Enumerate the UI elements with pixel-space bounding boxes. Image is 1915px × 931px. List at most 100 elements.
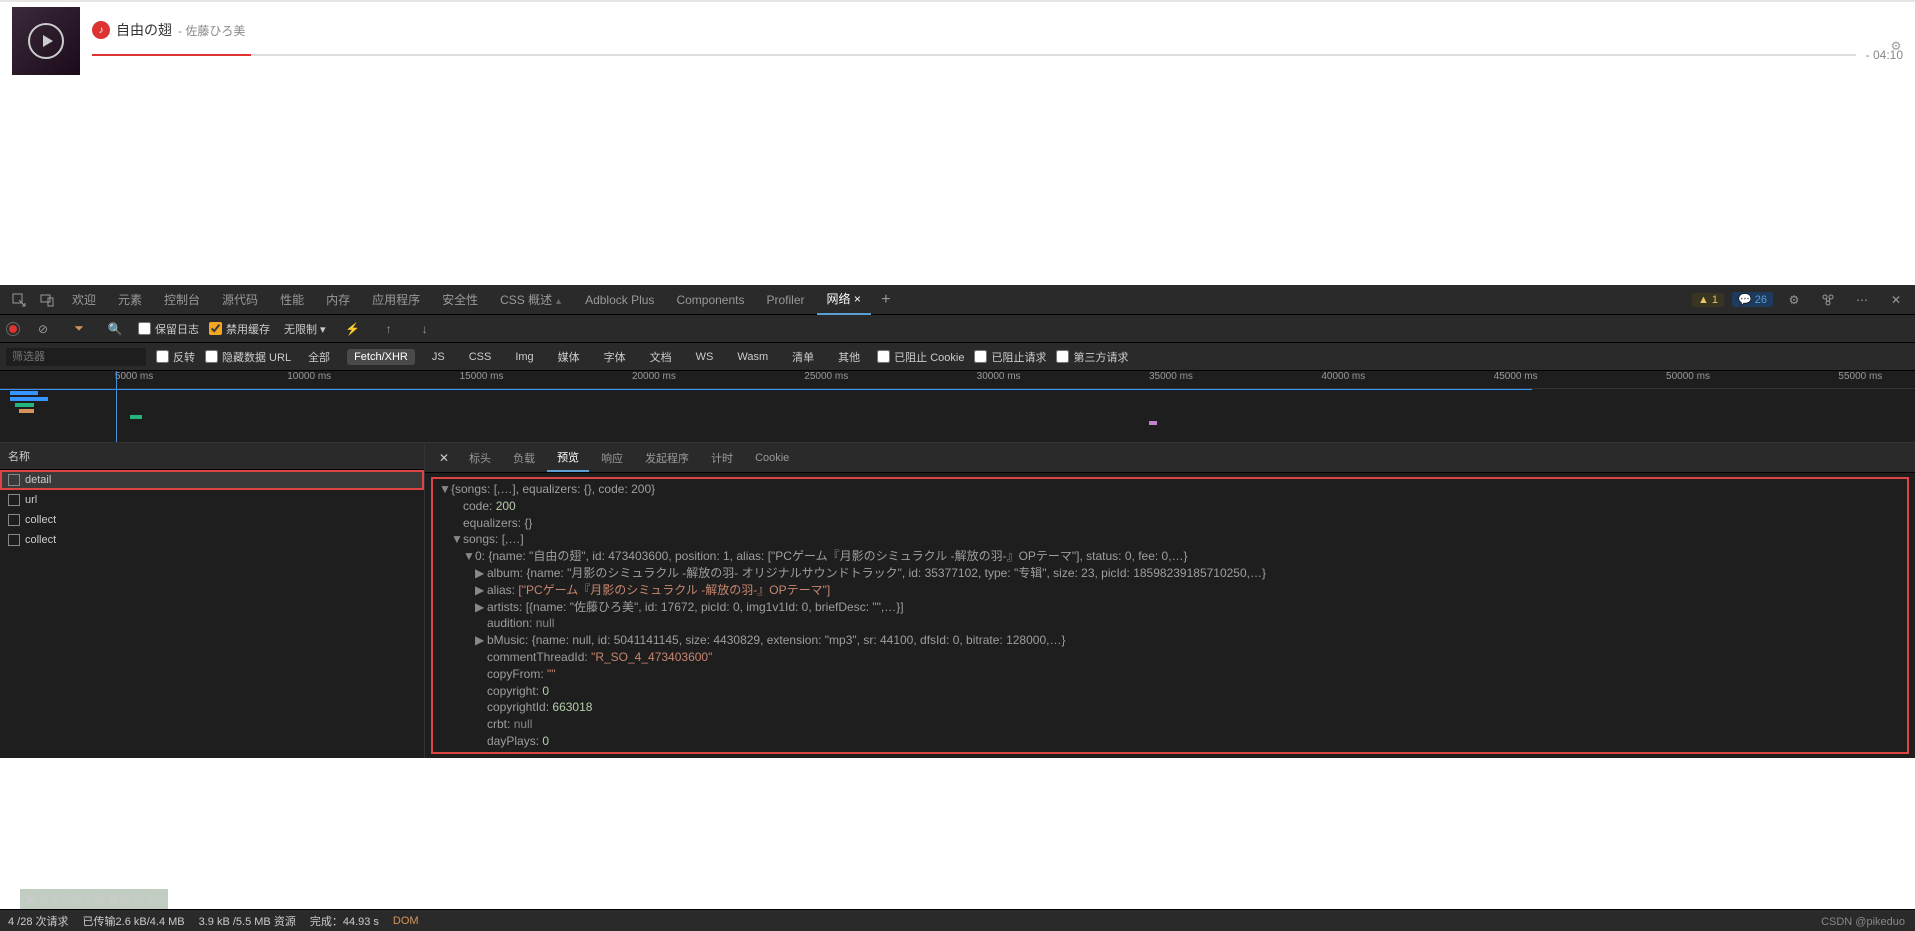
filter-js[interactable]: JS <box>425 349 452 365</box>
detail-tab-preview[interactable]: 预览 <box>547 444 589 472</box>
track-title: 自由の翅 <box>116 20 172 40</box>
device-toggle-icon[interactable] <box>34 287 60 313</box>
tab-performance[interactable]: 性能 <box>270 285 314 314</box>
dock-icon[interactable] <box>1815 287 1841 313</box>
warnings-badge[interactable]: ▲ 1 <box>1692 293 1724 307</box>
upload-icon[interactable]: ↑ <box>376 316 402 342</box>
devtools-tabs: 欢迎 元素 控制台 源代码 性能 内存 应用程序 安全性 CSS 概述▲ Adb… <box>0 285 1915 315</box>
filter-media[interactable]: 媒体 <box>551 347 587 367</box>
expand-icon[interactable]: ▼ <box>451 531 463 548</box>
track-artist: - 佐藤ひろ美 <box>178 22 245 39</box>
request-list: 名称 detail url collect collect <box>0 443 425 758</box>
settings-gear-icon[interactable]: ⚙ <box>1781 287 1807 313</box>
blocked-cookies-checkbox[interactable]: 已阻止 Cookie <box>877 349 964 365</box>
status-resources: 3.9 kB /5.5 MB 资源 <box>199 913 296 929</box>
music-player: ♪ 自由の翅 - 佐藤ひろ美 - 04:10 <box>0 0 1915 80</box>
expand-icon[interactable]: ▶ <box>475 565 487 582</box>
request-row-detail[interactable]: detail <box>0 470 424 490</box>
timeline-playhead[interactable] <box>116 371 117 442</box>
tab-profiler[interactable]: Profiler <box>756 287 814 313</box>
file-icon <box>8 534 20 546</box>
request-row-collect[interactable]: collect <box>0 510 424 530</box>
network-toolbar: ⊘ ⏷ 🔍 保留日志 禁用缓存 无限制 ▾ ⚡ ↑ ↓ ⚙ <box>0 315 1915 343</box>
devtools-panel: 欢迎 元素 控制台 源代码 性能 内存 应用程序 安全性 CSS 概述▲ Adb… <box>0 285 1915 758</box>
timeline-tick: 30000 ms <box>977 371 1021 382</box>
request-list-header: 名称 <box>0 443 424 470</box>
detail-tab-initiator[interactable]: 发起程序 <box>635 445 699 471</box>
detail-tab-timing[interactable]: 计时 <box>701 445 743 471</box>
file-icon <box>8 474 20 486</box>
expand-icon[interactable]: ▶ <box>475 582 487 599</box>
filter-other[interactable]: 其他 <box>831 347 867 367</box>
tab-welcome[interactable]: 欢迎 <box>62 285 106 314</box>
filter-all[interactable]: 全部 <box>301 347 337 367</box>
tab-application[interactable]: 应用程序 <box>362 285 430 314</box>
tab-elements[interactable]: 元素 <box>108 285 152 314</box>
filter-input[interactable] <box>6 348 146 366</box>
filter-wasm[interactable]: Wasm <box>730 349 775 365</box>
filter-ws[interactable]: WS <box>689 349 721 365</box>
watermark: CSDN @pikeduo <box>1821 916 1905 928</box>
tab-components[interactable]: Components <box>666 287 754 313</box>
file-icon <box>8 494 20 506</box>
status-requests: 4 /28 次请求 <box>8 913 69 929</box>
detail-tab-headers[interactable]: 标头 <box>459 445 501 471</box>
filter-font[interactable]: 字体 <box>597 347 633 367</box>
close-devtools-icon[interactable]: ✕ <box>1883 287 1909 313</box>
inspect-icon[interactable] <box>6 287 32 313</box>
download-icon[interactable]: ↓ <box>412 316 438 342</box>
filter-doc[interactable]: 文档 <box>643 347 679 367</box>
third-party-checkbox[interactable]: 第三方请求 <box>1056 349 1128 365</box>
request-row-collect[interactable]: collect <box>0 530 424 550</box>
disable-cache-checkbox[interactable]: 禁用缓存 <box>209 321 270 337</box>
tab-network[interactable]: 网络 × <box>817 284 871 315</box>
network-timeline[interactable]: 5000 ms 10000 ms 15000 ms 20000 ms 25000… <box>0 371 1915 443</box>
filter-img[interactable]: Img <box>508 349 540 365</box>
throttle-select[interactable]: 无限制 ▾ <box>280 319 330 339</box>
blocked-requests-checkbox[interactable]: 已阻止请求 <box>974 349 1046 365</box>
close-detail-icon[interactable]: ✕ <box>431 446 457 470</box>
expand-icon[interactable]: ▶ <box>475 599 487 616</box>
add-tab-icon[interactable]: + <box>873 287 899 313</box>
download-hint[interactable]: ▶ 从该页面下载 音频 ① 2 × <box>20 889 168 909</box>
detail-tab-payload[interactable]: 负载 <box>503 445 545 471</box>
tab-memory[interactable]: 内存 <box>316 285 360 314</box>
network-settings-icon[interactable]: ⚙ <box>1883 33 1909 59</box>
tab-adblock[interactable]: Adblock Plus <box>575 287 664 313</box>
record-button[interactable] <box>6 322 20 336</box>
preserve-log-checkbox[interactable]: 保留日志 <box>138 321 199 337</box>
expand-icon[interactable]: ▶ <box>475 632 487 649</box>
album-art[interactable] <box>12 7 80 75</box>
timeline-tick: 10000 ms <box>287 371 331 382</box>
request-detail: ✕ 标头 负载 预览 响应 发起程序 计时 Cookie ▼{songs: [,… <box>425 443 1915 758</box>
detail-tab-cookie[interactable]: Cookie <box>745 447 799 469</box>
detail-tab-response[interactable]: 响应 <box>591 445 633 471</box>
play-button-icon[interactable] <box>28 23 64 59</box>
tab-console[interactable]: 控制台 <box>154 285 210 314</box>
status-dom: DOM <box>393 915 419 927</box>
expand-icon[interactable]: ▼ <box>463 548 475 565</box>
tab-sources[interactable]: 源代码 <box>212 285 268 314</box>
filter-css[interactable]: CSS <box>462 349 499 365</box>
search-icon[interactable]: 🔍 <box>102 316 128 342</box>
filter-toggle-icon[interactable]: ⏷ <box>66 316 92 342</box>
clear-icon[interactable]: ⊘ <box>30 316 56 342</box>
timeline-tick: 15000 ms <box>460 371 504 382</box>
timeline-tick: 50000 ms <box>1666 371 1710 382</box>
status-finish: 完成：44.93 s <box>310 913 379 929</box>
wifi-icon[interactable]: ⚡ <box>340 316 366 342</box>
json-preview[interactable]: ▼{songs: [,…], equalizers: {}, code: 200… <box>429 475 1911 756</box>
expand-icon[interactable]: ▼ <box>439 481 451 498</box>
devtools-status-bar: 4 /28 次请求 已传输2.6 kB/4.4 MB 3.9 kB /5.5 M… <box>0 909 1915 931</box>
filter-fetchxhr[interactable]: Fetch/XHR <box>347 349 415 365</box>
messages-badge[interactable]: 💬 26 <box>1732 292 1773 307</box>
request-row-url[interactable]: url <box>0 490 424 510</box>
filter-manifest[interactable]: 清单 <box>785 347 821 367</box>
tab-css-overview[interactable]: CSS 概述▲ <box>490 285 573 314</box>
progress-bar[interactable] <box>92 54 1856 56</box>
hide-data-urls-checkbox[interactable]: 隐藏数据 URL <box>205 349 291 365</box>
timeline-tick: 5000 ms <box>115 371 153 382</box>
tab-security[interactable]: 安全性 <box>432 285 488 314</box>
more-icon[interactable]: ⋯ <box>1849 287 1875 313</box>
invert-checkbox[interactable]: 反转 <box>156 349 195 365</box>
